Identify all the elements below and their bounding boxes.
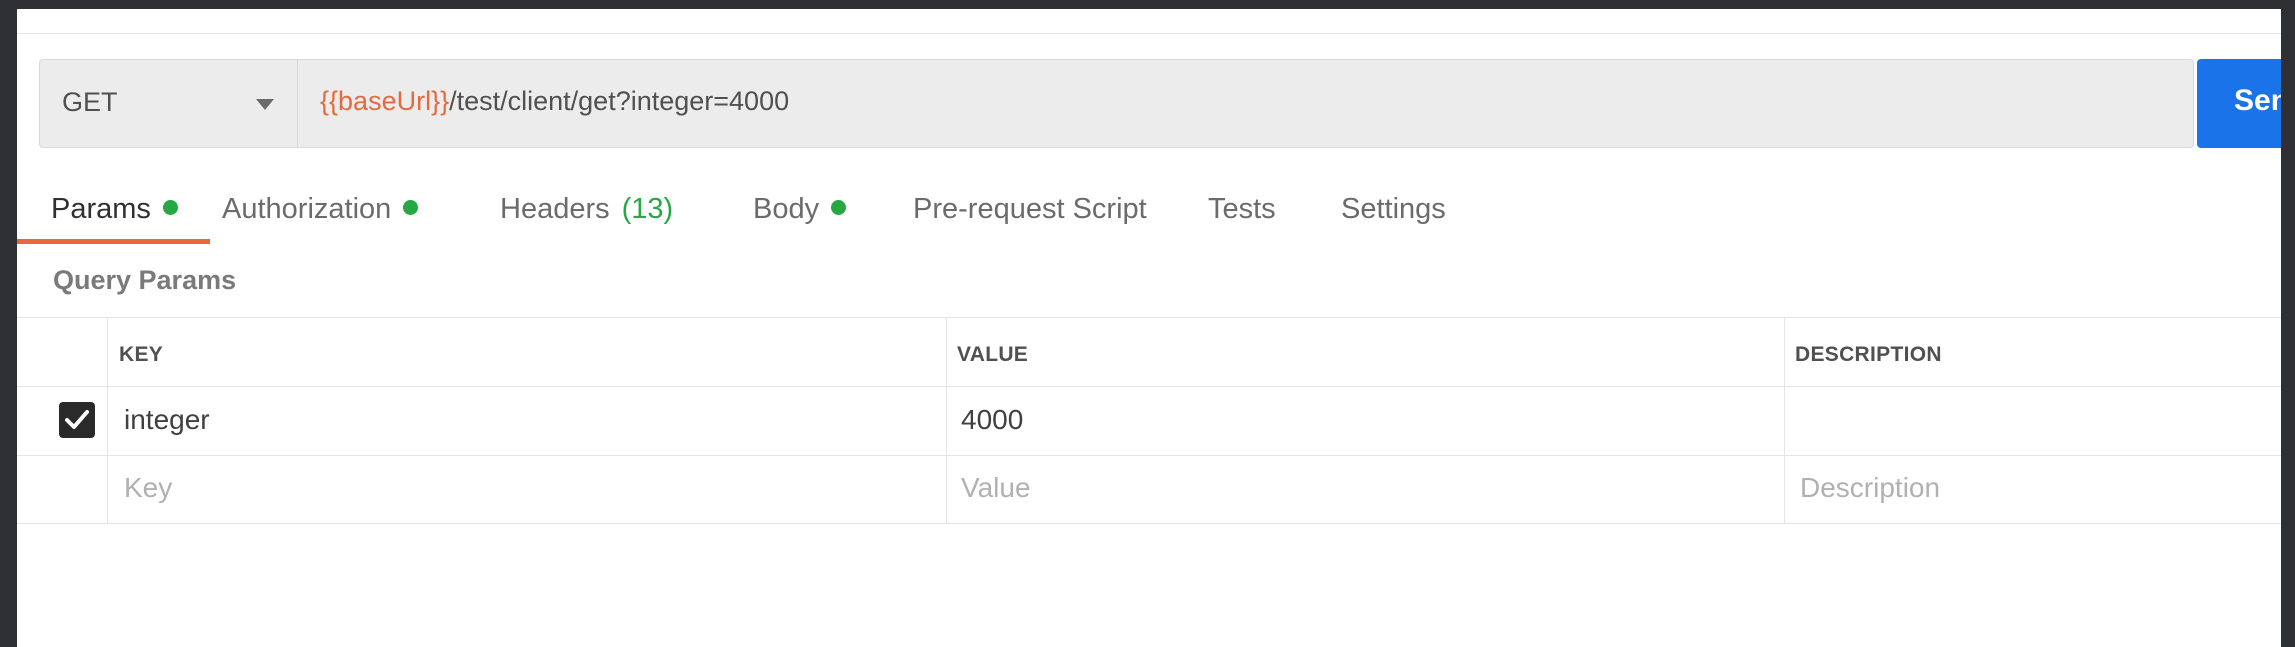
param-value-cell[interactable]: 4000: [961, 404, 1023, 436]
column-header-key: KEY: [119, 343, 164, 366]
query-params-title: Query Params: [53, 265, 237, 295]
check-icon: [65, 410, 89, 429]
url-variable: {{baseUrl}}: [320, 86, 450, 116]
method-select[interactable]: GET: [39, 59, 297, 148]
column-header-description: DESCRIPTION: [1795, 343, 1942, 366]
send-button[interactable]: Send: [2197, 59, 2281, 148]
tab-params[interactable]: Params: [51, 193, 178, 226]
table-border: [17, 317, 2281, 318]
tab-authorization-label: Authorization: [222, 193, 392, 225]
method-label: GET: [62, 87, 118, 117]
divider: [17, 33, 2281, 34]
tab-settings-label: Settings: [1341, 193, 1446, 225]
column-divider: [946, 317, 947, 524]
column-divider: [1784, 317, 1785, 524]
tab-prerequest-label: Pre-request Script: [913, 193, 1147, 225]
url-path: /test/client/get?integer=4000: [449, 86, 790, 116]
chevron-down-icon: [256, 99, 274, 110]
new-description-input[interactable]: Description: [1800, 472, 1940, 504]
tab-settings[interactable]: Settings: [1341, 193, 1446, 226]
tab-headers[interactable]: Headers (13): [500, 193, 673, 226]
table-border: [17, 523, 2281, 524]
tab-params-label: Params: [51, 193, 151, 225]
tab-authorization[interactable]: Authorization: [222, 193, 419, 226]
param-key-cell[interactable]: integer: [124, 404, 210, 436]
headers-count: (13): [621, 193, 674, 225]
column-header-value: VALUE: [957, 343, 1029, 366]
column-divider: [107, 317, 108, 524]
active-tab-indicator: [17, 239, 210, 244]
param-enabled-checkbox[interactable]: [59, 402, 95, 438]
tab-tests-label: Tests: [1208, 193, 1276, 225]
tab-prerequest-script[interactable]: Pre-request Script: [913, 193, 1147, 226]
tab-headers-label: Headers: [500, 193, 610, 225]
tab-body[interactable]: Body: [753, 193, 847, 226]
tab-tests[interactable]: Tests: [1208, 193, 1276, 226]
new-value-input[interactable]: Value: [961, 472, 1031, 504]
url-text: {{baseUrl}}/test/client/get?integer=4000: [320, 86, 789, 117]
request-panel: GET {{baseUrl}}/test/client/get?integer=…: [17, 9, 2281, 647]
body-indicator-dot: [831, 200, 847, 215]
params-indicator-dot: [162, 200, 178, 215]
tab-body-label: Body: [753, 193, 820, 225]
table-border: [17, 455, 2281, 456]
send-label: Send: [2234, 84, 2281, 117]
table-border: [17, 386, 2281, 387]
new-key-input[interactable]: Key: [124, 472, 172, 504]
authorization-indicator-dot: [403, 200, 419, 215]
url-input[interactable]: {{baseUrl}}/test/client/get?integer=4000: [297, 59, 2194, 148]
param-description-cell[interactable]: [1800, 404, 2270, 436]
